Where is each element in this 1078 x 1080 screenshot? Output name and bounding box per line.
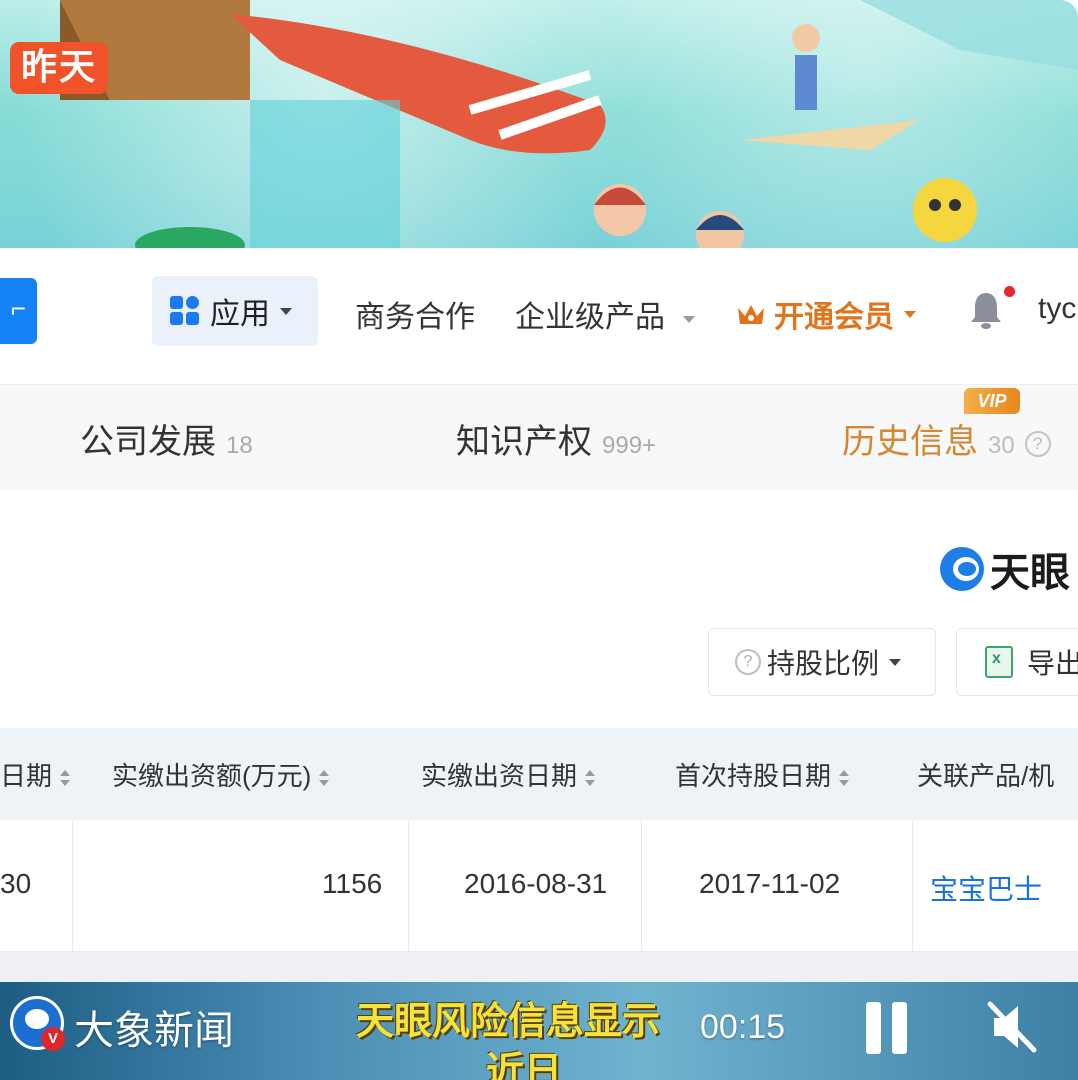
chevron-down-icon [889, 658, 902, 666]
column-header-first-holding-date[interactable]: 首次持股日期 [675, 756, 850, 793]
sort-icon [60, 770, 71, 787]
yesterday-badge: 昨天 [10, 42, 108, 94]
cell-first-holding-date: 2017-11-02 [699, 868, 841, 899]
apps-menu-label: 应用 [210, 298, 270, 331]
nav-business-cooperation[interactable]: 商务合作 [355, 292, 475, 336]
column-header-related-product: 关联产品/机 [917, 756, 1054, 793]
header-label: 实缴出资额(万元) [112, 761, 312, 791]
search-button-edge[interactable]: ⌐ [0, 278, 37, 344]
excel-icon [985, 646, 1013, 678]
nav-open-membership[interactable]: 开通会员 [736, 292, 916, 336]
mute-icon[interactable] [984, 998, 1040, 1056]
pause-button[interactable] [862, 1002, 912, 1054]
tab-count: 30 [988, 432, 1015, 459]
nav-enterprise-products[interactable]: 企业级产品 [515, 292, 696, 336]
tab-label: 公司发展 [80, 423, 216, 461]
nav-enterprise-label: 企业级产品 [515, 301, 665, 334]
tab-label: 历史信息 [842, 423, 978, 461]
apps-grid-icon [170, 296, 200, 326]
elephant-news-logo: V [10, 996, 65, 1051]
tab-label: 知识产权 [456, 423, 592, 461]
header-label: 日期 [0, 761, 53, 791]
tab-intellectual-property[interactable]: 知识产权 999+ [456, 414, 656, 463]
tab-count: 18 [226, 432, 253, 459]
channel-name: 大象新闻 [74, 1009, 234, 1053]
verified-icon: V [41, 1027, 65, 1051]
cell-date: 30 [0, 868, 32, 899]
playback-time: 00:15 [700, 1008, 786, 1046]
bell-icon[interactable] [968, 290, 1004, 330]
header-label: 关联产品/机 [917, 761, 1055, 791]
sort-icon [319, 770, 330, 787]
tab-count: 999+ [602, 432, 657, 459]
holding-ratio-label: 持股比例 [767, 648, 880, 679]
vip-tag: VIP [964, 388, 1020, 414]
cell-paid-date: 2016-08-31 [464, 868, 608, 899]
column-divider [72, 820, 73, 952]
tab-company-development[interactable]: 公司发展 18 [80, 414, 253, 463]
notification-dot [1004, 286, 1015, 297]
apps-menu-button[interactable]: 应用 [152, 276, 318, 346]
chevron-down-icon [683, 315, 696, 323]
header-label: 首次持股日期 [675, 761, 832, 791]
cell-paid-amount: 1156 [322, 868, 383, 899]
banner-illustration: 昨天 [0, 0, 1078, 248]
tianyancha-logo-icon [940, 547, 984, 591]
user-name[interactable]: tyc [1038, 292, 1078, 326]
nav-vip-label: 开通会员 [774, 301, 894, 334]
column-divider [408, 820, 409, 952]
column-header-date[interactable]: 日期 [0, 756, 71, 793]
holding-ratio-button[interactable]: ? 持股比例 [708, 628, 936, 696]
export-label: 导出 [1027, 648, 1078, 679]
column-divider [641, 820, 642, 952]
logo-text: 天眼 [990, 551, 1070, 595]
subtitle-line-2: 近日 [486, 1051, 563, 1080]
tianyancha-logo: 天眼 [940, 540, 1070, 598]
chevron-down-icon [280, 307, 292, 315]
column-divider [912, 820, 913, 952]
subtitle-line-1: 天眼风险信息显示 [356, 1001, 661, 1043]
column-header-paid-date[interactable]: 实缴出资日期 [421, 756, 596, 793]
banner-artwork [60, 0, 1078, 248]
crown-icon [738, 305, 764, 324]
help-icon: ? [735, 649, 761, 675]
sort-icon [839, 770, 850, 787]
paw-icon [25, 1009, 49, 1029]
table-row-divider [0, 952, 1078, 982]
help-icon[interactable]: ? [1024, 431, 1051, 458]
export-button[interactable]: 导出 [956, 628, 1078, 696]
cell-related-product-link[interactable]: 宝宝巴士 [930, 868, 1042, 908]
tab-history-info[interactable]: 历史信息 30? [842, 414, 1051, 463]
column-header-paid-amount[interactable]: 实缴出资额(万元) [112, 756, 330, 793]
chevron-down-icon [904, 310, 916, 318]
sort-icon [585, 770, 596, 787]
header-label: 实缴出资日期 [421, 761, 578, 791]
